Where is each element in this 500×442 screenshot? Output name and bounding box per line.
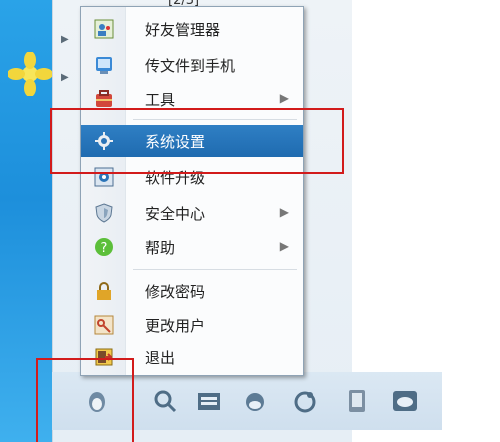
shield-icon xyxy=(95,203,113,223)
search-icon[interactable] xyxy=(152,388,178,414)
menu-item-label: 修改密码 xyxy=(145,283,206,301)
menu-item-label: 安全中心 xyxy=(145,205,206,223)
menu-item-label: 好友管理器 xyxy=(145,21,221,39)
expand-arrow-icon[interactable]: ▶ xyxy=(61,34,69,45)
menu-item-label: 更改用户 xyxy=(145,317,206,335)
help-icon: ? xyxy=(95,238,113,256)
menu-item-label: 传文件到手机 xyxy=(145,57,236,75)
menu-item-friend-manager[interactable]: 好友管理器 xyxy=(81,13,303,45)
key-icon xyxy=(94,315,114,335)
cloud-icon[interactable] xyxy=(392,388,418,414)
menu-item-switch-user[interactable]: 更改用户 xyxy=(81,309,303,341)
highlight-box-settings xyxy=(50,108,344,174)
folder-icon[interactable] xyxy=(196,388,222,414)
toolbox-icon xyxy=(96,90,112,107)
lock-icon xyxy=(97,282,111,300)
menu-item-label: 帮助 xyxy=(145,239,176,257)
menu-item-label: 退出 xyxy=(145,349,176,367)
main-menu: 好友管理器 传文件到手机 工具 ▶ 系统设置 软件升级 安全中心 ▶ ? 帮助 … xyxy=(80,6,304,376)
svg-text:?: ? xyxy=(101,241,108,256)
expand-arrow-icon[interactable]: ▶ xyxy=(61,72,69,83)
chat-icon[interactable] xyxy=(242,388,268,414)
submenu-arrow-icon: ▶ xyxy=(279,239,289,253)
users-icon xyxy=(94,19,114,39)
submenu-arrow-icon: ▶ xyxy=(279,205,289,219)
menu-item-help[interactable]: ? 帮助 ▶ xyxy=(81,231,303,263)
highlight-box-menu-button xyxy=(36,358,134,442)
menu-item-label: 工具 xyxy=(145,91,176,109)
submenu-arrow-icon: ▶ xyxy=(279,91,289,105)
phone-transfer-icon xyxy=(96,57,112,74)
menu-item-change-password[interactable]: 修改密码 xyxy=(81,275,303,307)
menu-item-security-center[interactable]: 安全中心 ▶ xyxy=(81,197,303,229)
desktop-flower-icon xyxy=(8,52,52,96)
phone-icon[interactable] xyxy=(344,388,370,414)
qzone-icon[interactable] xyxy=(292,388,318,414)
menu-item-send-to-phone[interactable]: 传文件到手机 xyxy=(81,49,303,81)
menu-separator xyxy=(133,269,297,270)
